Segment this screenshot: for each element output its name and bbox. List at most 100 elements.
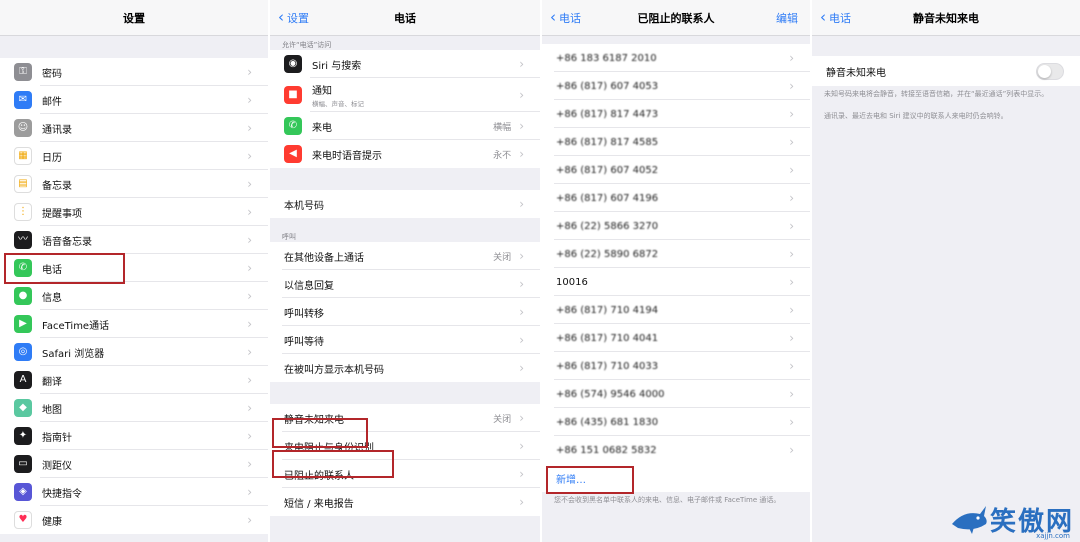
back-label: 电话	[829, 12, 851, 25]
back-button[interactable]: ‹ 设置	[278, 0, 309, 36]
blocked-number-row[interactable]: +86 (22) 5866 3270 ›	[542, 212, 810, 240]
blocked-number-row[interactable]: +86 (817) 607 4053 ›	[542, 72, 810, 100]
call-item-row[interactable]: 呼叫转移 ›	[270, 298, 540, 326]
chevron-right-icon: ›	[519, 277, 524, 291]
silence-toggle-switch[interactable]	[1036, 62, 1064, 80]
chevron-right-icon: ›	[789, 331, 794, 345]
chevron-right-icon: ›	[519, 495, 524, 509]
blocked-number-row[interactable]: +86 (817) 710 4194 ›	[542, 296, 810, 324]
chevron-right-icon: ›	[519, 147, 524, 161]
chevron-right-icon: ›	[247, 93, 252, 107]
chevron-right-icon: ›	[247, 457, 252, 471]
settings-item-maps[interactable]: ◆ 地图 ›	[0, 394, 268, 422]
blocked-number-row[interactable]: +86 151 0682 5832 ›	[542, 436, 810, 464]
settings-item-compass[interactable]: ✦ 指南针 ›	[0, 422, 268, 450]
chevron-left-icon: ‹	[278, 7, 284, 26]
access-list: ◉ Siri 与搜索 › ■ 通知 横幅、声音、标记 › ✆ 来电 横幅 › ◀ 来电时语音提示 永不 ›	[270, 50, 540, 168]
blocked-number-row[interactable]: +86 (817) 817 4585 ›	[542, 128, 810, 156]
chevron-right-icon: ›	[247, 205, 252, 219]
chevron-right-icon: ›	[789, 443, 794, 457]
my-number-label: 本机号码	[284, 200, 324, 212]
settings-item-health[interactable]: ♥ 健康 ›	[0, 506, 268, 534]
call-item-row[interactable]: 在其他设备上通话 关闭 ›	[270, 242, 540, 270]
call-item-row[interactable]: 在被叫方显示本机号码 ›	[270, 354, 540, 382]
siri-icon: ◉	[284, 55, 302, 73]
calendar-icon: ▦	[14, 147, 32, 165]
settings-item-measure[interactable]: ▭ 测距仪 ›	[0, 450, 268, 478]
block-item-value: 关闭	[493, 414, 512, 425]
blocked-number-row[interactable]: +86 (817) 710 4033 ›	[542, 352, 810, 380]
blocked-number-row[interactable]: 10016 ›	[542, 268, 810, 296]
chevron-right-icon: ›	[789, 191, 794, 205]
chevron-right-icon: ›	[519, 88, 524, 102]
blocked-number-row[interactable]: +86 183 6187 2010 ›	[542, 44, 810, 72]
blocked-number: +86 (817) 607 4053	[556, 80, 659, 92]
settings-item-key[interactable]: ⚿ 密码 ›	[0, 58, 268, 86]
access-item-notifications[interactable]: ■ 通知 横幅、声音、标记 ›	[270, 78, 540, 112]
settings-item-contacts[interactable]: ☺ 通讯录 ›	[0, 114, 268, 142]
access-item-phone[interactable]: ✆ 来电 横幅 ›	[270, 112, 540, 140]
access-item-siri[interactable]: ◉ Siri 与搜索 ›	[270, 50, 540, 78]
call-item-label: 在其他设备上通话	[284, 252, 364, 264]
voice-memos-icon: 〰	[14, 231, 32, 249]
blocked-number-row[interactable]: +86 (817) 607 4052 ›	[542, 156, 810, 184]
settings-item-facetime[interactable]: ▶ FaceTime通话 ›	[0, 310, 268, 338]
back-button[interactable]: ‹ 电话	[550, 0, 581, 36]
settings-item-shortcuts[interactable]: ◈ 快捷指令 ›	[0, 478, 268, 506]
access-item-label: 来电	[312, 122, 332, 134]
back-button[interactable]: ‹ 电话	[820, 0, 851, 36]
blocked-number: +86 151 0682 5832	[556, 444, 657, 456]
settings-item-translate[interactable]: A 翻译 ›	[0, 366, 268, 394]
chevron-right-icon: ›	[789, 303, 794, 317]
blocked-number-row[interactable]: +86 (817) 817 4473 ›	[542, 100, 810, 128]
access-item-sublabel: 横幅、声音、标记	[312, 100, 364, 108]
edit-button[interactable]: 编辑	[776, 0, 798, 36]
blocked-number-list: +86 183 6187 2010 › +86 (817) 607 4053 › +86…	[542, 44, 810, 464]
blocked-number-row[interactable]: +86 (574) 9546 4000 ›	[542, 380, 810, 408]
chevron-right-icon: ›	[789, 387, 794, 401]
phone-icon: ✆	[284, 117, 302, 135]
settings-item-mail[interactable]: ✉ 邮件 ›	[0, 86, 268, 114]
call-item-row[interactable]: 呼叫等待 ›	[270, 326, 540, 354]
silence-toggle-row: 静音未知来电	[812, 56, 1080, 86]
highlight-box-block-id	[272, 450, 394, 478]
facetime-icon: ▶	[14, 315, 32, 333]
phone-navbar: ‹ 设置 电话	[270, 0, 540, 36]
my-number-row[interactable]: 本机号码 ›	[270, 190, 540, 218]
blocked-number-row[interactable]: +86 (817) 607 4196 ›	[542, 184, 810, 212]
access-item-text: 通知 横幅、声音、标记	[312, 82, 519, 108]
call-item-row[interactable]: 以信息回复 ›	[270, 270, 540, 298]
watermark: 笑傲网 xajjn.com	[950, 501, 1074, 540]
blocked-number-row[interactable]: +86 (435) 681 1830 ›	[542, 408, 810, 436]
chevron-right-icon: ›	[247, 429, 252, 443]
chevron-right-icon: ›	[789, 51, 794, 65]
access-item-text: Siri 与搜索	[312, 57, 519, 72]
settings-item-messages[interactable]: ● 信息 ›	[0, 282, 268, 310]
blocked-number-row[interactable]: +86 (22) 5890 6872 ›	[542, 240, 810, 268]
chevron-right-icon: ›	[247, 317, 252, 331]
chevron-right-icon: ›	[789, 275, 794, 289]
settings-item-label: 指南针	[42, 432, 72, 444]
health-icon: ♥	[14, 511, 32, 529]
settings-item-safari[interactable]: ◎ Safari 浏览器 ›	[0, 338, 268, 366]
settings-item-label: 密码	[42, 68, 62, 80]
settings-item-label: 邮件	[42, 96, 62, 108]
settings-item-calendar[interactable]: ▦ 日历 ›	[0, 142, 268, 170]
blocked-number-row[interactable]: +86 (817) 710 4041 ›	[542, 324, 810, 352]
settings-item-label: 快捷指令	[42, 488, 82, 500]
highlight-box-phone	[4, 253, 125, 284]
maps-icon: ◆	[14, 399, 32, 417]
chevron-right-icon: ›	[789, 219, 794, 233]
settings-item-reminders[interactable]: ⋮ 提醒事项 ›	[0, 198, 268, 226]
measure-icon: ▭	[14, 455, 32, 473]
blocked-number: +86 (435) 681 1830	[556, 416, 659, 428]
call-item-label: 呼叫等待	[284, 336, 324, 348]
block-item-row[interactable]: 短信 / 来电报告 ›	[270, 488, 540, 516]
blocked-number: +86 (817) 817 4473	[556, 108, 659, 120]
access-item-speaker[interactable]: ◀ 来电时语音提示 永不 ›	[270, 140, 540, 168]
settings-item-voice-memos[interactable]: 〰语音备忘录 ›	[0, 226, 268, 254]
settings-item-notes[interactable]: ▤ 备忘录 ›	[0, 170, 268, 198]
